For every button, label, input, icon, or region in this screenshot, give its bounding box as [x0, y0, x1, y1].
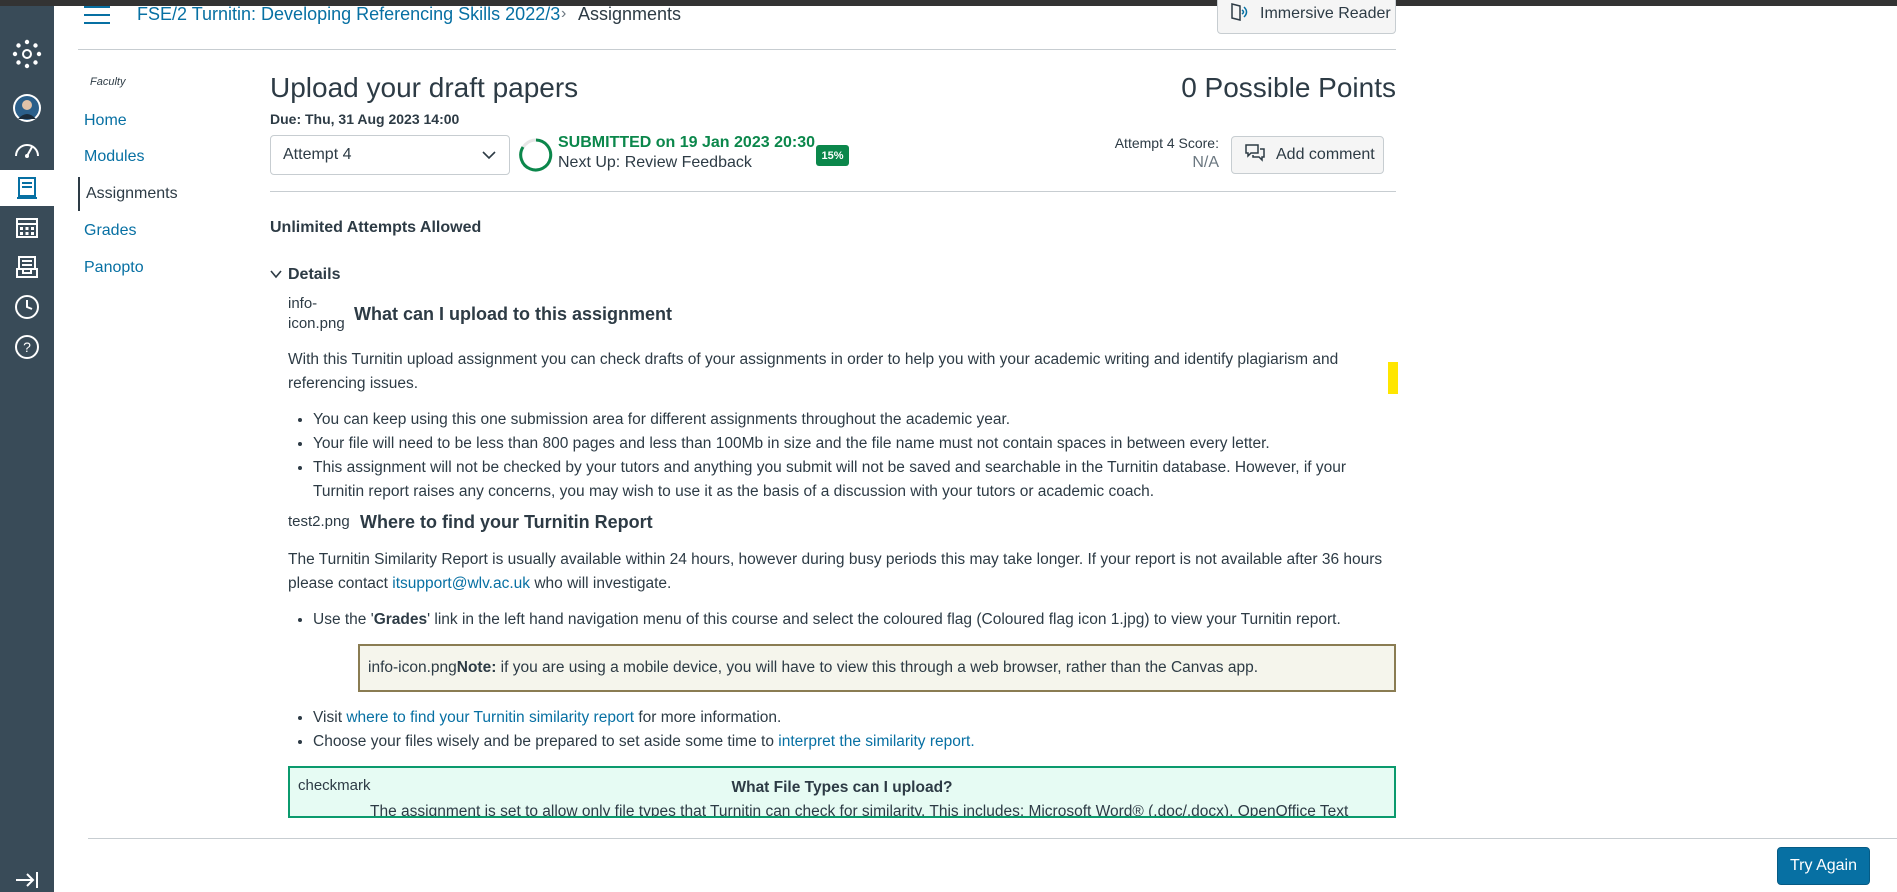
section-upload-list: You can keep using this one submission a…: [313, 408, 1396, 504]
grades-text-middle: ' link in the left hand navigation menu …: [427, 611, 982, 628]
comment-icon: [1244, 143, 1266, 168]
section-report-title: Where to find your Turnitin Report: [360, 512, 653, 532]
hamburger-menu-icon[interactable]: [84, 6, 110, 26]
flag-image: Coloured flag icon 1.jpg: [981, 611, 1145, 628]
chevron-down-icon: [481, 148, 497, 167]
progress-ring-icon: [518, 137, 554, 178]
course-nav-assignments[interactable]: Assignments: [78, 177, 178, 211]
inbox-icon[interactable]: [0, 249, 54, 285]
file-types-text: The assignment is set to allow only file…: [370, 803, 1349, 818]
interpret-report-link[interactable]: interpret the similarity report.: [778, 733, 974, 750]
list-item: This assignment will not be checked by y…: [313, 456, 1396, 504]
course-header: FSE/2 Turnitin: Developing Referencing S…: [78, 0, 1396, 50]
similarity-score-badge[interactable]: 15%: [816, 145, 849, 166]
add-comment-label: Add comment: [1276, 146, 1375, 163]
grades-text-before: Use the ': [313, 611, 374, 628]
chevron-down-icon: [270, 266, 282, 284]
section-report-heading: test2.png Where to find your Turnitin Re…: [288, 510, 1396, 534]
section-upload-heading: info-icon.png What can I upload to this …: [288, 294, 1396, 334]
possible-points: 0 Possible Points: [1181, 72, 1396, 103]
list-item: Visit where to find your Turnitin simila…: [313, 706, 1396, 730]
collapse-nav-icon[interactable]: [0, 862, 54, 892]
grades-text-after: ) to view your Turnitin report.: [1144, 611, 1341, 628]
dashboard-icon[interactable]: [0, 130, 54, 166]
try-again-button[interactable]: Try Again: [1777, 847, 1870, 885]
course-nav-home[interactable]: Home: [84, 112, 127, 130]
list-item: You can keep using this one submission a…: [313, 408, 1396, 432]
next-up-text: Next Up: Review Feedback: [558, 154, 752, 171]
assignment-description: info-icon.png What can I upload to this …: [288, 294, 1396, 818]
due-date: Due: Thu, 31 Aug 2023 14:00: [270, 111, 460, 127]
breadcrumb-separator: ›: [561, 5, 567, 22]
help-icon[interactable]: ?: [0, 329, 54, 365]
course-subaccount: Faculty: [90, 76, 126, 88]
canvas-logo-icon[interactable]: [0, 32, 54, 76]
calendar-icon[interactable]: [0, 209, 54, 245]
mobile-note-box: info-icon.pngNote: if you are using a mo…: [358, 644, 1396, 692]
header-divider: [270, 191, 1396, 192]
links-list: Visit where to find your Turnitin simila…: [313, 706, 1396, 754]
note-info-image: info-icon.png: [368, 659, 457, 676]
details-toggle[interactable]: Details: [270, 266, 340, 284]
file-types-title: What File Types can I upload?: [731, 779, 953, 796]
attempt-select-value: Attempt 4: [283, 146, 352, 163]
footer-divider: [88, 838, 1897, 839]
visit-suffix: for more information.: [634, 709, 782, 726]
section-upload-intro: With this Turnitin upload assignment you…: [288, 351, 1339, 392]
svg-text:?: ?: [23, 339, 31, 355]
immersive-reader-icon: [1230, 2, 1252, 27]
breadcrumb-course-link[interactable]: FSE/2 Turnitin: Developing Referencing S…: [137, 4, 560, 25]
global-navigation: ?: [0, 6, 54, 892]
breadcrumb-current: Assignments: [578, 4, 682, 24]
grades-list: Use the 'Grades' link in the left hand n…: [313, 608, 1396, 632]
section-upload-title: What can I upload to this assignment: [354, 304, 673, 324]
report-intro-suffix: who will investigate.: [530, 575, 672, 592]
courses-icon[interactable]: [0, 170, 54, 206]
attempt-score-label: Attempt 4 Score:: [1114, 135, 1219, 151]
immersive-reader-label: Immersive Reader: [1260, 5, 1391, 22]
file-types-box: checkmark What File Types can I upload? …: [288, 766, 1396, 818]
list-item: Use the 'Grades' link in the left hand n…: [313, 608, 1396, 632]
course-nav-grades[interactable]: Grades: [84, 222, 136, 240]
list-item: Choose your files wisely and be prepared…: [313, 730, 1396, 754]
assignment-title: Upload your draft papers: [270, 72, 579, 103]
grades-bold: Grades: [373, 611, 428, 628]
immersive-reader-button[interactable]: Immersive Reader: [1217, 0, 1396, 34]
footer-bar: [54, 839, 1897, 892]
itsupport-email-link[interactable]: itsupport@wlv.ac.uk: [392, 575, 530, 592]
section-report-intro: The Turnitin Similarity Report is usuall…: [288, 548, 1396, 596]
account-avatar[interactable]: [0, 88, 54, 128]
add-comment-button[interactable]: Add comment: [1231, 136, 1384, 174]
choose-text: Choose your files wisely and be prepared…: [313, 733, 779, 750]
details-label: Details: [288, 266, 341, 283]
course-nav-modules[interactable]: Modules: [84, 148, 144, 166]
attempt-select[interactable]: Attempt 4: [270, 135, 510, 175]
note-text: if you are using a mobile device, you wi…: [496, 659, 1259, 676]
attempt-score-value: N/A: [1192, 154, 1219, 171]
note-bold: Note:: [456, 659, 497, 676]
unlimited-attempts: Unlimited Attempts Allowed: [270, 219, 482, 236]
test2-image: test2.png: [288, 513, 350, 530]
history-icon[interactable]: [0, 289, 54, 325]
info-image: info-icon.png: [288, 295, 345, 332]
similarity-report-link[interactable]: where to find your Turnitin similarity r…: [346, 709, 634, 726]
visit-text: Visit: [313, 709, 347, 726]
list-item: Your file will need to be less than 800 …: [313, 432, 1396, 456]
submitted-status: SUBMITTED on 19 Jan 2023 20:30: [558, 134, 815, 151]
course-nav-panopto[interactable]: Panopto: [84, 259, 144, 277]
